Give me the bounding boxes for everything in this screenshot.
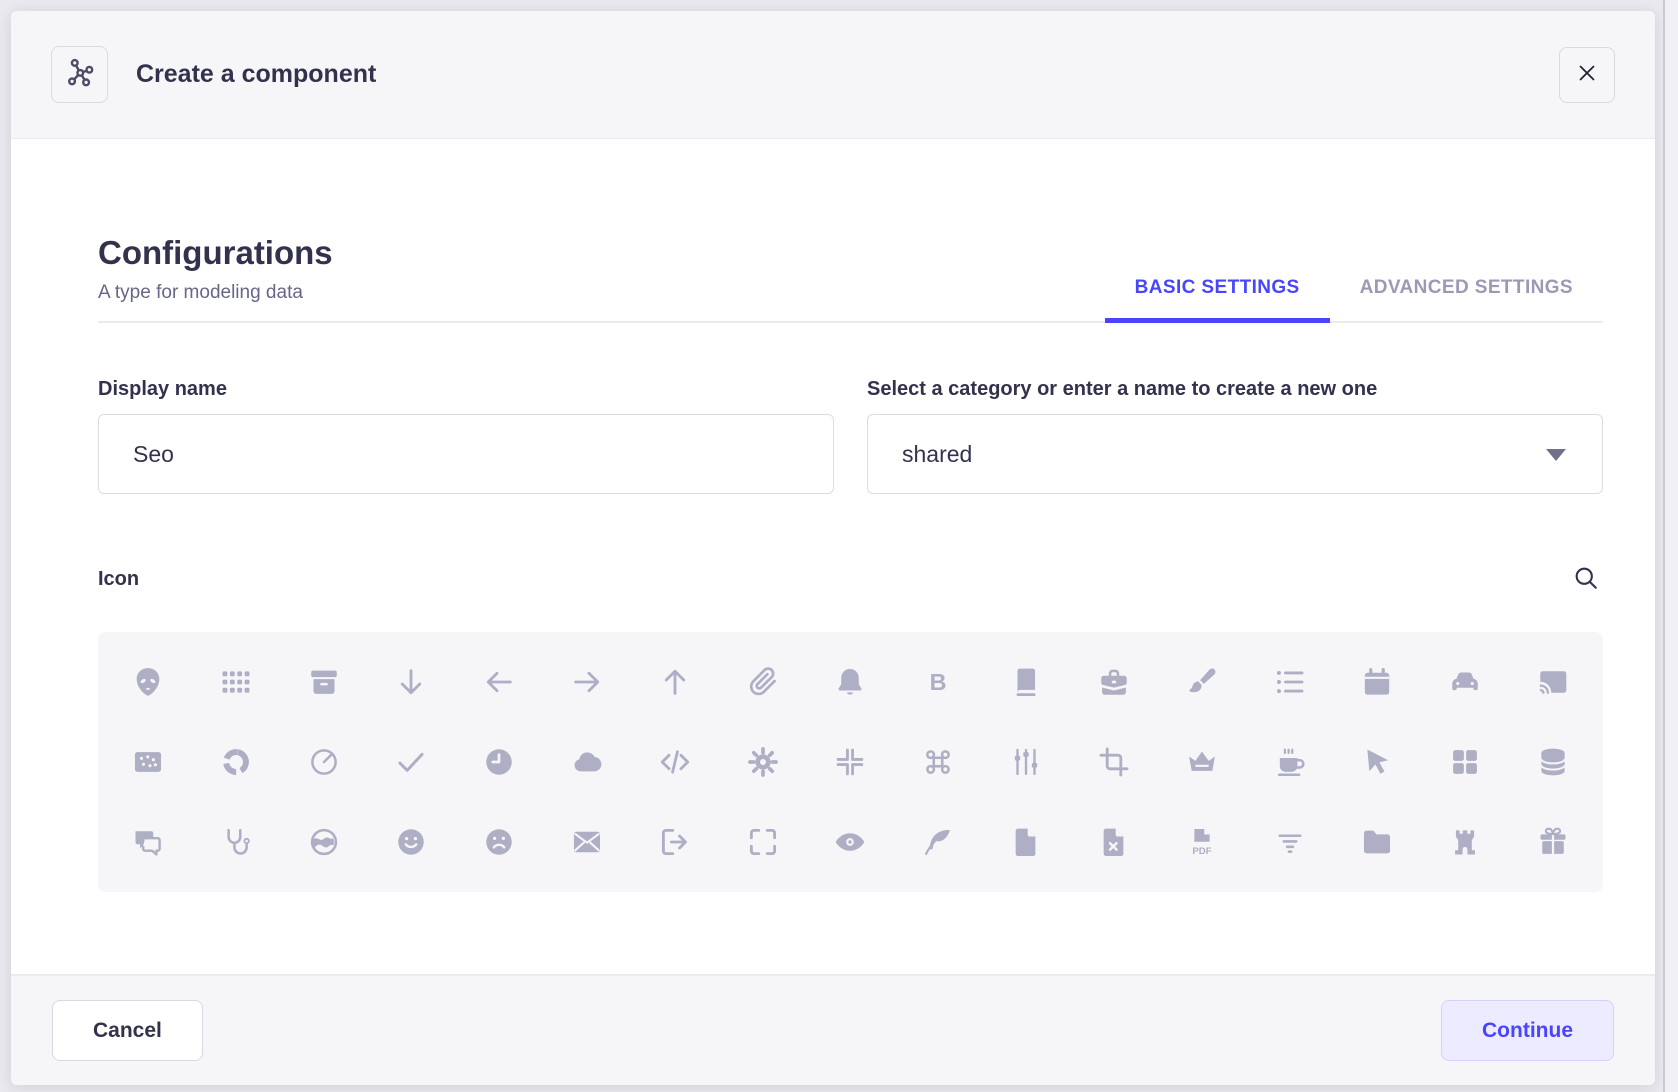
book-icon[interactable]: [982, 642, 1070, 722]
briefcase-icon[interactable]: [1070, 642, 1158, 722]
category-field: Select a category or enter a name to cre…: [867, 377, 1603, 494]
cast-icon[interactable]: [1509, 642, 1597, 722]
paint-brush-icon[interactable]: [1158, 642, 1246, 722]
dialog-header: Create a component: [11, 11, 1655, 139]
dialog-body: Configurations A type for modeling data …: [11, 139, 1655, 974]
component-icon-box: [51, 46, 108, 103]
arrow-right-icon[interactable]: [543, 642, 631, 722]
globe-icon[interactable]: [280, 802, 368, 882]
chart-donut-icon[interactable]: [192, 722, 280, 802]
folder-icon[interactable]: [1334, 802, 1422, 882]
search-icon: [1572, 564, 1600, 595]
happy-face-icon[interactable]: [367, 802, 455, 882]
create-component-dialog: Create a component Configurations A type…: [11, 11, 1655, 1085]
eye-icon[interactable]: [807, 802, 895, 882]
cloud-icon[interactable]: [543, 722, 631, 802]
archive-box-icon[interactable]: [280, 642, 368, 722]
gift-icon[interactable]: [1509, 802, 1597, 882]
clock-icon[interactable]: [455, 722, 543, 802]
collapse-icon[interactable]: [807, 722, 895, 802]
close-button[interactable]: [1559, 47, 1615, 103]
svg-text:B: B: [930, 669, 947, 695]
cog-icon[interactable]: [719, 722, 807, 802]
display-name-field: Display name: [98, 377, 834, 494]
dashboard-icon[interactable]: [1421, 722, 1509, 802]
coffee-cup-icon[interactable]: [1246, 722, 1334, 802]
cancel-button[interactable]: Cancel: [52, 1000, 203, 1061]
close-icon: [1574, 60, 1600, 89]
icon-grid: B PDF: [98, 632, 1603, 892]
chevron-down-icon: [1546, 449, 1566, 471]
car-icon[interactable]: [1421, 642, 1509, 722]
dialog-title: Create a component: [136, 60, 376, 89]
arrow-down-icon[interactable]: [367, 642, 455, 722]
arrow-up-icon[interactable]: [631, 642, 719, 722]
form-row: Display name Select a category or enter …: [98, 377, 1603, 494]
file-pdf-icon[interactable]: PDF: [1158, 802, 1246, 882]
sad-face-icon[interactable]: [455, 802, 543, 882]
database-icon[interactable]: [1509, 722, 1597, 802]
feather-icon[interactable]: [894, 802, 982, 882]
bell-icon[interactable]: [807, 642, 895, 722]
file-icon[interactable]: [982, 802, 1070, 882]
sliders-icon[interactable]: [982, 722, 1070, 802]
crown-icon[interactable]: [1158, 722, 1246, 802]
envelope-icon[interactable]: [543, 802, 631, 882]
castle-gate-icon[interactable]: [1421, 802, 1509, 882]
bold-icon[interactable]: B: [894, 642, 982, 722]
paperclip-icon[interactable]: [719, 642, 807, 722]
apps-grid-icon[interactable]: [192, 642, 280, 722]
category-select[interactable]: shared: [867, 414, 1603, 494]
command-icon[interactable]: [894, 722, 982, 802]
file-error-icon[interactable]: [1070, 802, 1158, 882]
filter-icon[interactable]: [1246, 802, 1334, 882]
chart-bubble-icon[interactable]: [104, 722, 192, 802]
component-icon: [63, 55, 97, 94]
chart-pie-icon[interactable]: [280, 722, 368, 802]
stethoscope-icon[interactable]: [192, 802, 280, 882]
dialog-footer: Cancel Continue: [11, 974, 1655, 1085]
exit-icon[interactable]: [631, 802, 719, 882]
category-label: Select a category or enter a name to cre…: [867, 377, 1603, 402]
continue-button[interactable]: Continue: [1441, 1000, 1614, 1061]
chat-bubbles-icon[interactable]: [104, 802, 192, 882]
heading-row: Configurations A type for modeling data …: [98, 139, 1603, 323]
arrow-left-icon[interactable]: [455, 642, 543, 722]
cursor-icon[interactable]: [1334, 722, 1422, 802]
calendar-icon[interactable]: [1334, 642, 1422, 722]
page-title: Configurations: [98, 235, 333, 271]
icon-label: Icon: [98, 567, 139, 592]
heading-block: Configurations A type for modeling data: [98, 235, 333, 321]
icon-search-button[interactable]: [1569, 562, 1603, 596]
settings-tabs: BASIC SETTINGS ADVANCED SETTINGS: [1105, 277, 1603, 323]
bullet-list-icon[interactable]: [1246, 642, 1334, 722]
tab-advanced-settings[interactable]: ADVANCED SETTINGS: [1330, 277, 1603, 323]
check-icon[interactable]: [367, 722, 455, 802]
page-scrollbar[interactable]: [1663, 0, 1678, 1092]
page-subtitle: A type for modeling data: [98, 281, 333, 305]
icon-section-header: Icon: [98, 562, 1603, 596]
display-name-label: Display name: [98, 377, 834, 402]
code-icon[interactable]: [631, 722, 719, 802]
category-selected-value: shared: [902, 441, 972, 468]
display-name-input[interactable]: [98, 414, 834, 494]
svg-text:PDF: PDF: [1192, 846, 1211, 857]
expand-icon[interactable]: [719, 802, 807, 882]
crop-icon[interactable]: [1070, 722, 1158, 802]
alien-icon[interactable]: [104, 642, 192, 722]
tab-basic-settings[interactable]: BASIC SETTINGS: [1105, 277, 1330, 323]
